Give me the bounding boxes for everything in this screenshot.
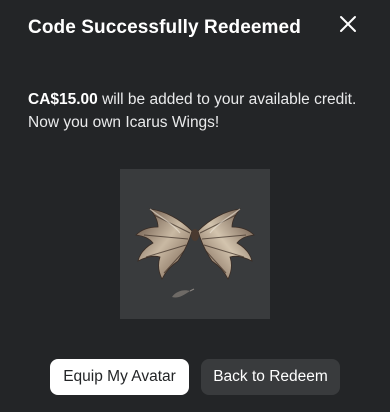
redeem-message: CA$15.00 will be added to your available… — [28, 88, 358, 134]
equip-avatar-button[interactable]: Equip My Avatar — [50, 359, 189, 395]
item-thumbnail — [120, 169, 270, 319]
credit-message: will be added to your available credit. — [97, 91, 357, 108]
ownership-message: Now you own Icarus Wings! — [28, 114, 220, 131]
redeem-success-dialog: Code Successfully Redeemed CA$15.00 will… — [0, 0, 390, 412]
credit-amount: CA$15.00 — [28, 91, 98, 108]
icarus-wings-image — [135, 208, 255, 298]
back-to-redeem-button[interactable]: Back to Redeem — [201, 359, 340, 395]
dialog-title: Code Successfully Redeemed — [28, 17, 301, 38]
close-icon — [340, 16, 356, 32]
close-button[interactable] — [336, 12, 360, 36]
